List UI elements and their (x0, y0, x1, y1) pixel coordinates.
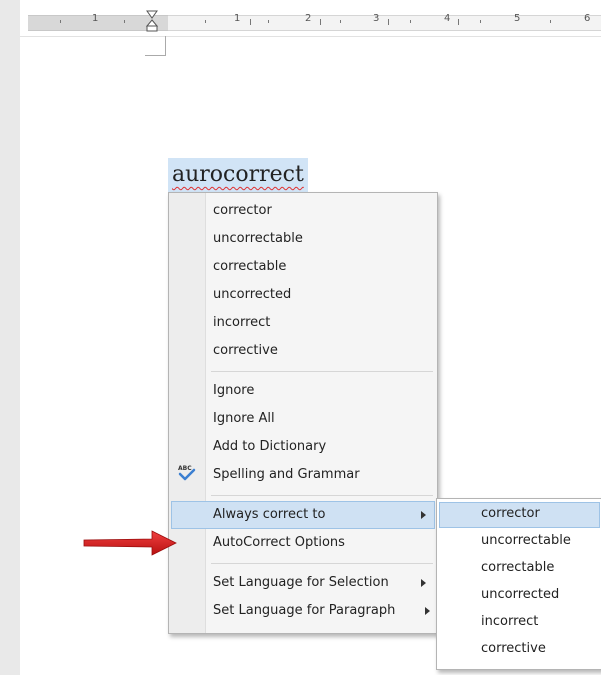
submenu-item[interactable]: corrective (481, 637, 546, 661)
ruler-number: 1 (92, 13, 99, 24)
ruler-number: 6 (584, 13, 591, 24)
ruler-tick (480, 20, 481, 23)
set-language-selection-menu-item[interactable]: Set Language for Selection (213, 571, 389, 595)
ruler-number: 3 (373, 13, 380, 24)
ruler-number: 4 (444, 13, 451, 24)
suggestion-item[interactable]: correctable (213, 255, 286, 279)
ignore-menu-item[interactable]: Ignore (213, 379, 254, 403)
ruler-tick (458, 19, 459, 25)
ruler-tick (205, 20, 206, 23)
suggestion-item[interactable]: corrective (213, 339, 278, 363)
spelling-and-grammar-menu-item[interactable]: Spelling and Grammar (213, 463, 360, 487)
submenu-item[interactable]: corrector (481, 502, 540, 526)
ruler-number: 1 (234, 13, 241, 24)
ruler-tick (250, 19, 251, 25)
submenu-item[interactable]: uncorrectable (481, 529, 571, 553)
indent-marker-icon[interactable] (146, 10, 158, 32)
red-arrow-icon (83, 530, 177, 556)
ruler-number: 2 (305, 13, 312, 24)
menu-icon-gutter (169, 193, 206, 633)
horizontal-ruler[interactable]: 1 1 2 3 4 5 6 (20, 0, 601, 37)
menu-separator (211, 563, 433, 564)
chevron-right-icon (421, 511, 426, 519)
ruler-tick (124, 20, 125, 23)
spelling-check-icon: ABC (178, 465, 196, 481)
ruler-tick (320, 19, 321, 25)
suggestion-item[interactable]: uncorrected (213, 283, 291, 307)
submenu-item[interactable]: correctable (481, 556, 554, 580)
ignore-all-menu-item[interactable]: Ignore All (213, 407, 275, 431)
ruler-tick (340, 20, 341, 23)
ruler-tick (550, 20, 551, 23)
chevron-right-icon (421, 579, 426, 587)
misspelled-word[interactable]: aurocorrect (168, 158, 308, 192)
ruler-tick (410, 20, 411, 23)
spelling-context-menu: corrector uncorrectable correctable unco… (168, 192, 438, 634)
always-correct-submenu: corrector uncorrectable correctable unco… (436, 498, 601, 670)
chevron-right-icon (425, 607, 430, 615)
ruler-tick (268, 20, 269, 23)
submenu-item[interactable]: uncorrected (481, 583, 559, 607)
ruler-tick (60, 20, 61, 23)
ruler-number: 5 (514, 13, 521, 24)
text-margin-corner (145, 36, 166, 56)
ruler-tick (388, 19, 389, 25)
suggestion-item[interactable]: incorrect (213, 311, 270, 335)
submenu-item[interactable]: incorrect (481, 610, 538, 634)
always-correct-to-menu-item[interactable]: Always correct to (213, 503, 325, 527)
svg-text:ABC: ABC (178, 465, 192, 472)
menu-separator (211, 371, 433, 372)
menu-separator (211, 495, 433, 496)
add-to-dictionary-menu-item[interactable]: Add to Dictionary (213, 435, 326, 459)
suggestion-item[interactable]: uncorrectable (213, 227, 303, 251)
set-language-paragraph-menu-item[interactable]: Set Language for Paragraph (213, 599, 395, 623)
autocorrect-options-menu-item[interactable]: AutoCorrect Options (213, 531, 345, 555)
suggestion-item[interactable]: corrector (213, 199, 272, 223)
